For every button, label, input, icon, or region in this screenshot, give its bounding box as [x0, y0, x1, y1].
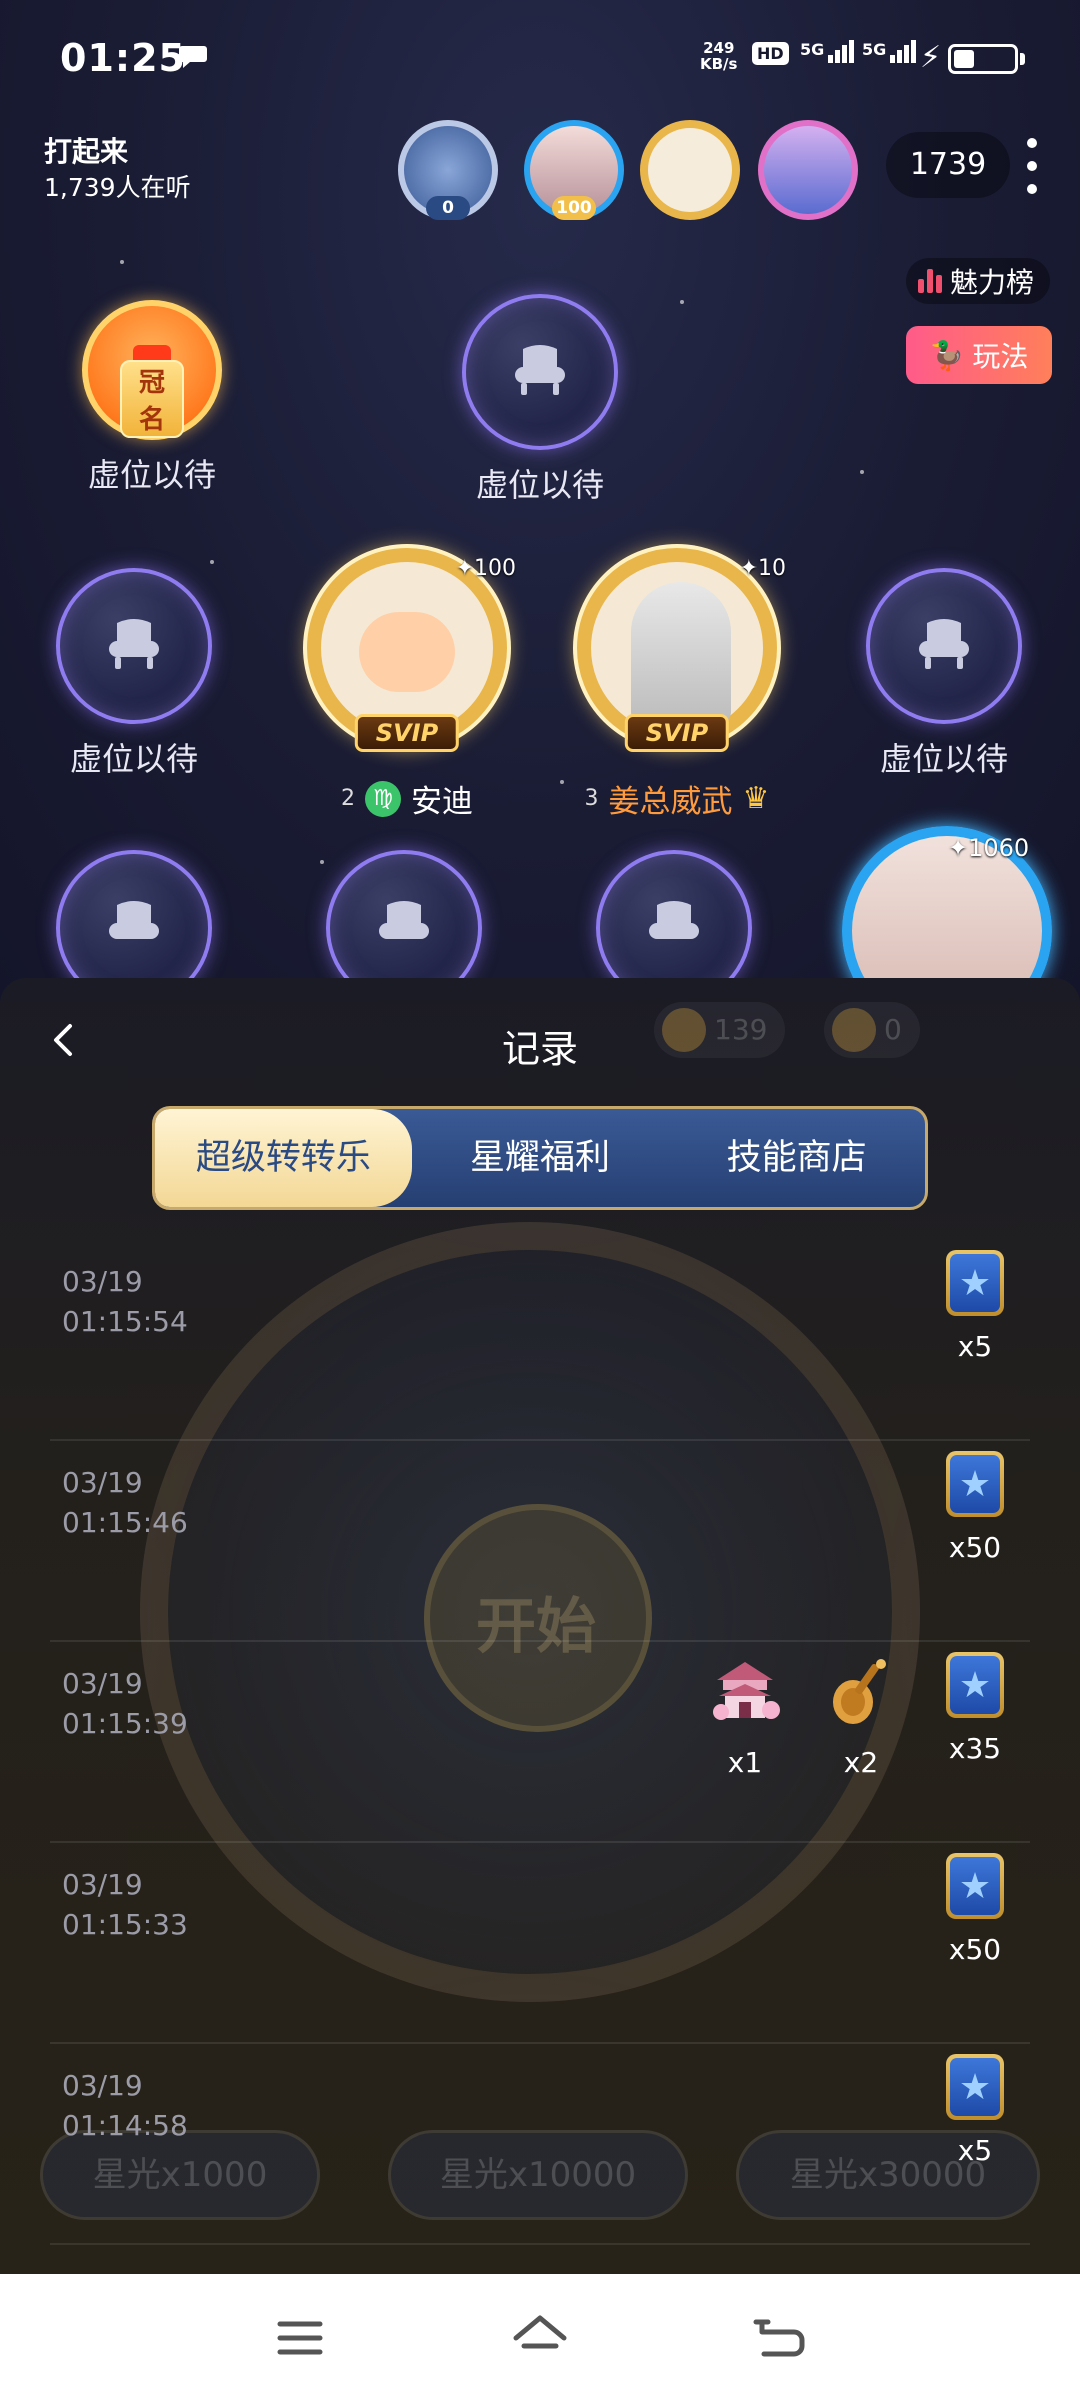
- home-icon[interactable]: [510, 2308, 570, 2368]
- user-name: 姜总威武: [608, 784, 733, 820]
- message-icon: [179, 46, 207, 68]
- ink-portrait: [631, 582, 731, 722]
- reward-star-card: ★ x5: [930, 1250, 1020, 1363]
- reward-star-card: ★ x35: [930, 1652, 1020, 1765]
- network-speed: 249 KB/s: [700, 39, 738, 73]
- reward-pavilion: x1: [700, 1652, 790, 1779]
- pavilion-gift-icon: [713, 1662, 780, 1720]
- panel-title: 记录: [501, 1027, 578, 1071]
- chair-icon: [919, 619, 969, 669]
- battery-icon: [948, 44, 1018, 74]
- signal-sim2-icon: 5G: [862, 40, 917, 63]
- duck-icon: 🦆: [929, 338, 965, 372]
- tab-star-welfare[interactable]: 星耀福利: [412, 1109, 669, 1207]
- reward-star-card: ★ x5: [930, 2054, 1020, 2167]
- charm-rank-button[interactable]: 魅力榜: [906, 258, 1051, 304]
- menu-icon[interactable]: [270, 2308, 330, 2368]
- room-title[interactable]: 打起来: [44, 130, 128, 170]
- virgo-icon: ♍: [365, 780, 401, 817]
- star-card-icon: ★: [950, 1254, 1000, 1312]
- rank-avatar-1[interactable]: 0: [398, 120, 498, 220]
- host-score: ✦1060: [948, 834, 1030, 862]
- seat-empty-3[interactable]: 虚位以待: [54, 568, 214, 780]
- seat-empty-2[interactable]: 虚位以待: [460, 294, 620, 506]
- crown-icon: ♛: [742, 781, 770, 816]
- system-navigation-bar: [0, 2274, 1080, 2400]
- reward-star-card: ★ x50: [930, 1451, 1020, 1564]
- star-card-icon: ★: [950, 1455, 1000, 1513]
- list-item: 03/19 01:15:39 x1 x2 ★ x35: [50, 1642, 1030, 1843]
- hd-volte-icon: HD: [752, 42, 789, 65]
- tab-skill-shop[interactable]: 技能商店: [668, 1109, 925, 1207]
- clock: 01:25: [60, 36, 186, 80]
- rank-avatar-2[interactable]: 100: [524, 120, 624, 220]
- record-panel: 开始 139 0 星光x1000 星光x10000 星光x30000 记录 超级…: [0, 978, 1080, 2274]
- list-item: 03/19 01:15:46 ★ x50: [50, 1441, 1030, 1642]
- chair-icon: [649, 901, 699, 939]
- star-card-icon: ★: [950, 1656, 1000, 1714]
- status-bar: 01:25 249 KB/s HD 5G 5G ⚡: [0, 0, 1080, 110]
- star-card-icon: ★: [950, 1857, 1000, 1915]
- reward-star-card: ★ x50: [930, 1853, 1020, 1966]
- rank-avatar-4[interactable]: [758, 120, 858, 220]
- charging-icon: ⚡: [920, 40, 942, 75]
- record-tabs: 超级转转乐 星耀福利 技能商店: [152, 1106, 928, 1210]
- tab-super-spin[interactable]: 超级转转乐: [155, 1109, 412, 1207]
- mic-user-jiang[interactable]: SVIP ✦10 3 姜总威武 ♛: [562, 548, 792, 821]
- back-icon[interactable]: [750, 2308, 810, 2368]
- chair-icon: [109, 619, 159, 669]
- user-score: ✦10: [739, 556, 786, 581]
- voice-room: 01:25 249 KB/s HD 5G 5G ⚡ 打起来 1,739人在听 0…: [0, 0, 1080, 1000]
- chair-icon: [515, 345, 565, 395]
- user-name: 安迪: [411, 784, 473, 820]
- audience-count-button[interactable]: 1739: [886, 132, 1010, 198]
- list-item: 03/19 01:15:54 ★ x5: [50, 1240, 1030, 1441]
- rank-avatar-3[interactable]: [640, 120, 740, 220]
- listener-count: 1,739人在听: [44, 173, 191, 202]
- more-menu-icon[interactable]: [1024, 138, 1040, 194]
- pipa-gift-icon: [833, 1659, 886, 1724]
- reward-pipa: x2: [816, 1652, 906, 1779]
- chair-icon: [379, 901, 429, 939]
- seat-empty-4[interactable]: 虚位以待: [864, 568, 1024, 780]
- seat-crown[interactable]: 冠名 虚位以待: [72, 300, 232, 496]
- signal-sim1-icon: 5G: [800, 40, 855, 63]
- chair-icon: [109, 901, 159, 939]
- bar-chart-icon: [918, 269, 942, 293]
- mic-user-andi[interactable]: SVIP ✦100 2 ♍ 安迪: [292, 548, 522, 821]
- user-score: ✦100: [455, 556, 516, 581]
- play-mode-button[interactable]: 🦆 玩法: [906, 326, 1052, 384]
- crown-sponsor-tag: 冠名: [120, 360, 184, 438]
- battery-tip: [1020, 53, 1025, 65]
- cartoon-face: [359, 612, 455, 692]
- star-card-icon: ★: [950, 2058, 1000, 2116]
- record-list: 03/19 01:15:54 ★ x5 03/19 01:15:46 ★ x50…: [50, 1240, 1030, 2245]
- list-item: 03/19 01:14:58 ★ x5: [50, 2044, 1030, 2245]
- list-item: 03/19 01:15:33 ★ x50: [50, 1843, 1030, 2044]
